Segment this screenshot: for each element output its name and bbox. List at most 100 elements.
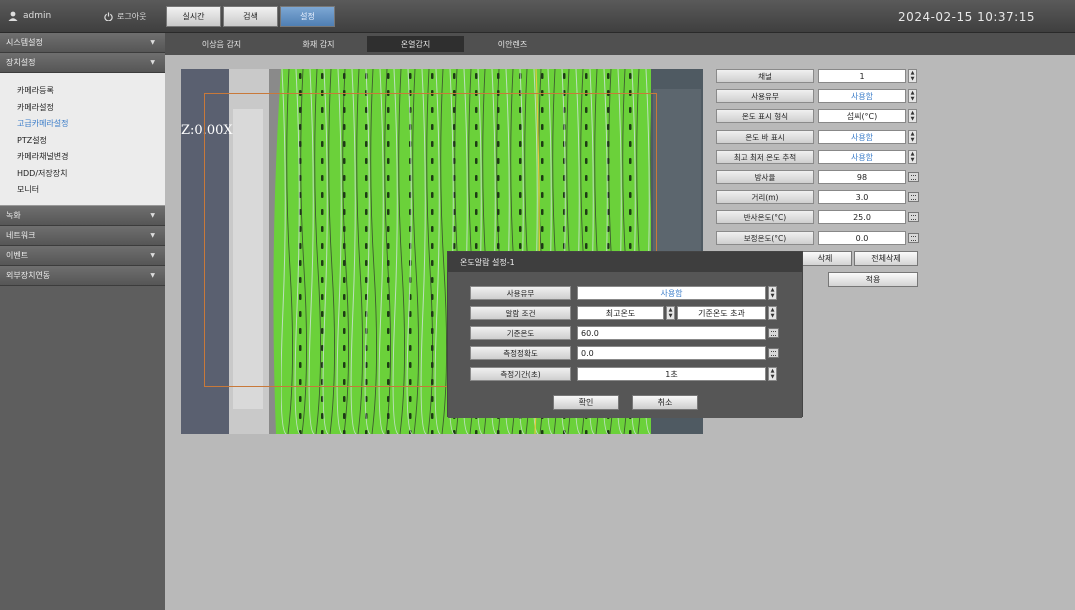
dialog-accuracy-label: 측정정확도 [470, 346, 571, 360]
sidebar-item-hdd[interactable]: HDD/저장장치 [17, 166, 165, 183]
sidebar-section-record[interactable]: 녹화 ▼ [0, 205, 165, 226]
sidebar-section-label: 녹화 [6, 210, 21, 220]
setting-row-correction: 보정온도(°C) 0.0 [716, 231, 919, 245]
arrow-down-icon: ▼ [770, 313, 775, 319]
dialog-condition-select-1[interactable]: 최고온도 [577, 306, 664, 320]
keyboard-icon[interactable] [908, 172, 919, 182]
sidebar-section-label: 시스템설정 [6, 38, 43, 47]
keyboard-icon[interactable] [768, 328, 779, 338]
dialog-condition-spinner-1[interactable]: ▲ ▼ [666, 306, 675, 320]
dialog-body: 사용유무 사용함 ▲ ▼ 알람 조건 최고온도 ▲ ▼ 기준온도 초과 ▲ ▼ 기준온… [448, 272, 802, 418]
correction-temp-input[interactable]: 0.0 [818, 231, 906, 245]
dialog-accuracy-input[interactable]: 0.0 [577, 346, 766, 360]
logout-label: 로그아웃 [117, 12, 147, 21]
chevron-down-icon: ▼ [150, 39, 155, 46]
arrow-down-icon: ▼ [668, 313, 673, 319]
distance-label: 거리(m) [716, 190, 814, 204]
dialog-condition-select-2[interactable]: 기준온도 초과 [677, 306, 766, 320]
apply-button[interactable]: 적용 [828, 272, 918, 287]
distance-input[interactable]: 3.0 [818, 190, 906, 204]
sidebar-item-channel-change[interactable]: 카메라채널변경 [17, 149, 165, 166]
sidebar-section-label: 장치설정 [6, 58, 36, 67]
setting-row-temp-format: 온도 표시 형식 섭씨(°C) ▲ ▼ [716, 109, 917, 123]
datetime-display: 2024-02-15 10:37:15 [898, 10, 1035, 24]
minmax-spinner[interactable]: ▲ ▼ [908, 150, 917, 164]
dialog-row-use: 사용유무 사용함 ▲ ▼ [470, 286, 777, 300]
emissivity-input[interactable]: 98 [818, 170, 906, 184]
temp-bar-value[interactable]: 사용함 [818, 130, 906, 144]
logout-button[interactable]: 로그아웃 [104, 11, 146, 22]
sidebar-section-system[interactable]: 시스템설정 ▼ [0, 33, 165, 53]
use-value[interactable]: 사용함 [818, 89, 906, 103]
device-submenu: 카메라등록 카메라설정 고급카메라설정 PTZ설정 카메라채널변경 HDD/저장… [0, 73, 165, 206]
temp-format-spinner[interactable]: ▲ ▼ [908, 109, 917, 123]
correction-temp-label: 보정온도(°C) [716, 231, 814, 245]
chevron-down-icon: ▼ [150, 231, 155, 239]
dialog-row-interval: 측정기간(초) 1초 ▲ ▼ [470, 367, 777, 381]
tab-abnormal-sound[interactable]: 이상음 감지 [173, 33, 270, 55]
sidebar-section-label: 이벤트 [6, 250, 29, 260]
temp-format-value[interactable]: 섭씨(°C) [818, 109, 906, 123]
arrow-down-icon: ▼ [910, 96, 915, 102]
chevron-down-icon: ▼ [150, 59, 155, 66]
delete-all-button[interactable]: 전체삭제 [854, 251, 918, 266]
dialog-use-spinner[interactable]: ▲ ▼ [768, 286, 777, 300]
top-bar: admin 로그아웃 실시간 검색 설정 2024-02-15 10:37:15 [0, 0, 1075, 33]
tab-fire-detect[interactable]: 화재 감지 [270, 33, 367, 55]
tab-thermal-detect[interactable]: 온열감지 [367, 36, 464, 52]
use-label: 사용유무 [716, 89, 814, 103]
dialog-row-base-temp: 기준온도 60.0 [470, 326, 779, 340]
arrow-down-icon: ▼ [770, 293, 775, 299]
sidebar-item-camera-settings[interactable]: 카메라설정 [17, 100, 165, 117]
keyboard-icon[interactable] [908, 212, 919, 222]
dialog-ok-button[interactable]: 확인 [553, 395, 619, 410]
setting-row-use: 사용유무 사용함 ▲ ▼ [716, 89, 917, 103]
dialog-base-temp-input[interactable]: 60.0 [577, 326, 766, 340]
tab-live[interactable]: 실시간 [166, 6, 221, 27]
sidebar-section-external[interactable]: 외부장치연동 ▼ [0, 265, 165, 286]
reflected-temp-label: 반사온도(°C) [716, 210, 814, 224]
temp-bar-label: 온도 바 표시 [716, 130, 814, 144]
delete-button[interactable]: 삭제 [798, 251, 852, 266]
emissivity-label: 방사율 [716, 170, 814, 184]
channel-value[interactable]: 1 [818, 69, 906, 83]
reflected-temp-input[interactable]: 25.0 [818, 210, 906, 224]
tab-dual-lens[interactable]: 이안렌즈 [464, 33, 561, 55]
sidebar-section-network[interactable]: 네트워크 ▼ [0, 225, 165, 246]
sidebar: 시스템설정 ▼ 장치설정 ▼ 카메라등록 카메라설정 고급카메라설정 PTZ설정 카… [0, 33, 165, 610]
sidebar-section-label: 네트워크 [6, 230, 36, 240]
main-tabs: 실시간 검색 설정 [166, 6, 335, 27]
dialog-cancel-button[interactable]: 취소 [632, 395, 698, 410]
sidebar-section-event[interactable]: 이벤트 ▼ [0, 245, 165, 266]
minmax-value[interactable]: 사용함 [818, 150, 906, 164]
keyboard-icon[interactable] [768, 348, 779, 358]
sidebar-item-monitor[interactable]: 모니터 [17, 182, 165, 199]
user-name: admin [23, 11, 52, 21]
chevron-down-icon: ▼ [150, 251, 155, 259]
arrow-down-icon: ▼ [910, 76, 915, 82]
temp-alarm-dialog: 온도알람 설정-1 사용유무 사용함 ▲ ▼ 알람 조건 최고온도 ▲ ▼ 기준온도… [447, 251, 803, 418]
dialog-use-value[interactable]: 사용함 [577, 286, 766, 300]
sidebar-section-device[interactable]: 장치설정 ▼ [0, 53, 165, 73]
arrow-down-icon: ▼ [910, 116, 915, 122]
temp-bar-spinner[interactable]: ▲ ▼ [908, 130, 917, 144]
tab-search[interactable]: 검색 [223, 6, 278, 27]
arrow-down-icon: ▼ [910, 157, 915, 163]
sidebar-item-ptz[interactable]: PTZ설정 [17, 133, 165, 150]
dialog-interval-label: 측정기간(초) [470, 367, 571, 381]
dialog-base-temp-label: 기준온도 [470, 326, 571, 340]
keyboard-icon[interactable] [908, 192, 919, 202]
use-spinner[interactable]: ▲ ▼ [908, 89, 917, 103]
user-info: admin [8, 11, 51, 21]
sidebar-item-advanced-camera[interactable]: 고급카메라설정 [17, 116, 165, 133]
arrow-down-icon: ▼ [910, 137, 915, 143]
dialog-interval-value[interactable]: 1초 [577, 367, 766, 381]
dialog-condition-spinner-2[interactable]: ▲ ▼ [768, 306, 777, 320]
dialog-interval-spinner[interactable]: ▲ ▼ [768, 367, 777, 381]
dialog-condition-label: 알람 조건 [470, 306, 571, 320]
channel-spinner[interactable]: ▲ ▼ [908, 69, 917, 83]
keyboard-icon[interactable] [908, 233, 919, 243]
tab-settings[interactable]: 설정 [280, 6, 335, 27]
dialog-row-accuracy: 측정정확도 0.0 [470, 346, 779, 360]
sidebar-item-camera-register[interactable]: 카메라등록 [17, 83, 165, 100]
